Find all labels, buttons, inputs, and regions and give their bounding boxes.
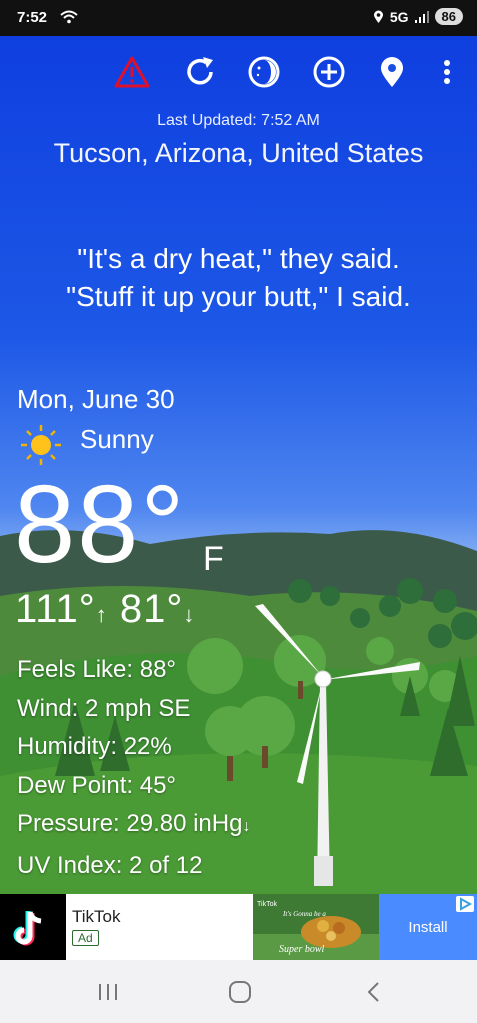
uv-index-row: UV Index: 2 of 12: [17, 851, 203, 879]
system-nav-bar: [0, 960, 477, 1023]
clock: 7:52: [17, 9, 48, 26]
creative-brand: TikTok: [257, 901, 277, 908]
more-vert-icon[interactable]: [430, 54, 464, 90]
add-location-icon[interactable]: [311, 54, 347, 90]
pressure-row: Pressure: 29.80 inHg↓: [17, 805, 250, 847]
refresh-icon[interactable]: [182, 54, 218, 90]
signal-icon: [414, 10, 429, 23]
ad-banner[interactable]: TikTok Ad TikTok It's Gonna be a Super b…: [0, 894, 477, 960]
forecast-date: Mon, June 30: [17, 384, 175, 414]
sunny-icon: [21, 425, 61, 465]
high-low-temps: 111°↑ 81°↓: [15, 587, 195, 632]
creative-text-1: It's Gonna be a: [282, 910, 326, 918]
down-arrow-icon: ↓: [183, 602, 196, 627]
down-arrow-icon: ↓: [242, 818, 251, 835]
home-icon[interactable]: [225, 978, 255, 1006]
quote-line: "Stuff it up your butt," I said.: [66, 281, 411, 312]
battery-level: 86: [434, 8, 463, 25]
up-arrow-icon: ↑: [95, 602, 108, 627]
dew-point-row: Dew Point: 45°: [17, 771, 177, 799]
wifi-icon: [60, 10, 78, 24]
map-pin-icon[interactable]: [374, 54, 410, 90]
last-updated: Last Updated: 7:52 AM: [157, 112, 320, 129]
ad-creative-image[interactable]: TikTok It's Gonna be a Super bowl: [253, 894, 379, 960]
ad-app-name: TikTok: [72, 907, 121, 926]
low-temp: 81°: [119, 587, 184, 631]
weather-details: Feels Like: 88° Wind: 2 mph SE Humidity:…: [17, 651, 250, 885]
tiktok-logo-icon: [0, 894, 66, 960]
location-name[interactable]: Tucson, Arizona, United States: [0, 138, 477, 169]
pressure-value: Pressure: 29.80 inHg: [17, 810, 243, 837]
temperature-unit[interactable]: F: [203, 540, 224, 579]
status-bar: 7:52 5G 86: [0, 0, 477, 36]
quote-line: "It's a dry heat," they said.: [77, 243, 400, 274]
weather-quote: "It's a dry heat," they said. "Stuff it …: [30, 240, 447, 316]
humidity-row: Humidity: 22%: [17, 733, 172, 760]
condition-text: Sunny: [80, 424, 154, 454]
adchoices-icon[interactable]: [456, 896, 474, 912]
creative-text-2: Super bowl: [279, 944, 325, 955]
status-indicators: 5G 86: [373, 8, 463, 25]
recent-apps-icon[interactable]: [93, 978, 123, 1006]
location-status-icon: [373, 10, 383, 23]
network-type: 5G: [389, 8, 409, 25]
wind-row: Wind: 2 mph SE: [17, 694, 191, 722]
moon-phase-icon[interactable]: [246, 54, 282, 90]
high-temp: 111°: [15, 587, 96, 631]
back-icon[interactable]: [360, 978, 390, 1006]
ad-badge: Ad: [72, 930, 99, 946]
feels-like-row: Feels Like: 88°: [17, 656, 177, 683]
current-temperature: 88°: [14, 463, 187, 586]
weather-screen: Last Updated: 7:52 AM Tucson, Arizona, U…: [0, 36, 477, 894]
alert-triangle-icon[interactable]: [114, 54, 150, 90]
